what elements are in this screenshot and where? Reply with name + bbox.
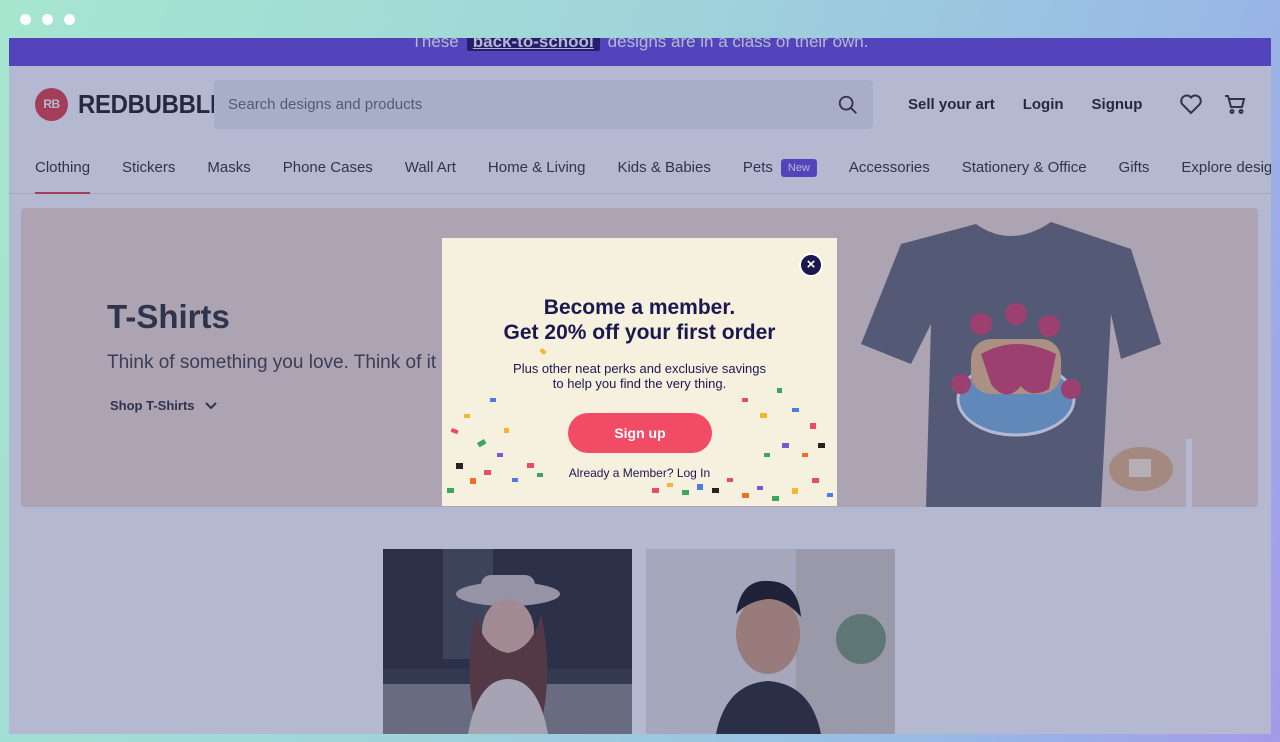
close-window-dot[interactable] [20,14,31,25]
modal-body-line2: to help you find the very thing. [552,376,727,391]
modal-title-line1: Become a member. [543,296,736,319]
modal-title: Become a member. Get 20% off your first … [442,295,837,345]
membership-modal: × Become a member. Get 20% off your firs… [442,238,837,506]
maximize-window-dot[interactable] [64,14,75,25]
close-icon[interactable]: × [799,253,823,277]
sign-up-button[interactable]: Sign up [568,413,712,453]
modal-body-line1: Plus other neat perks and exclusive savi… [513,361,766,376]
browser-window: These back-to-school designs are in a cl… [9,38,1271,734]
member-login-link[interactable]: Already a Member? Log In [442,466,837,480]
minimize-window-dot[interactable] [42,14,53,25]
window-controls [20,14,75,25]
modal-title-line2: Get 20% off your first order [503,321,776,344]
modal-body: Plus other neat perks and exclusive savi… [442,361,837,391]
